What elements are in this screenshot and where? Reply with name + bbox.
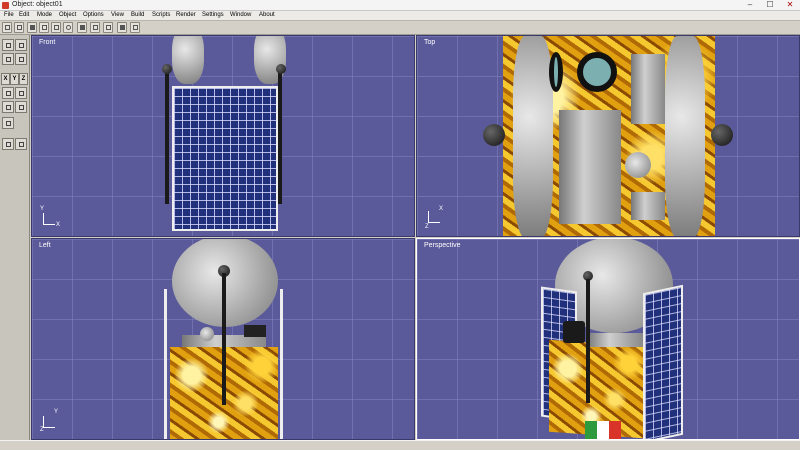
copy-icon[interactable] [39, 22, 49, 33]
scale-tool-icon[interactable] [2, 117, 14, 129]
move-icon[interactable] [2, 101, 14, 113]
dish-model [665, 36, 705, 236]
axis-x-button[interactable]: X [1, 73, 10, 85]
solar-panel [172, 86, 278, 231]
sphere [625, 152, 651, 178]
open-icon[interactable] [14, 22, 24, 33]
axis-up-label: X [439, 206, 444, 212]
delete-icon[interactable] [27, 22, 37, 33]
points-icon[interactable] [15, 53, 27, 65]
title-bar: Object: object01 – ☐ ✕ [0, 0, 800, 11]
axis-line [43, 427, 55, 428]
window-title: Object: object01 [12, 1, 63, 8]
close-button[interactable]: ✕ [780, 0, 800, 10]
bend-icon[interactable] [15, 87, 27, 99]
four-view-icon[interactable] [77, 22, 87, 33]
rotate-icon[interactable] [15, 101, 27, 113]
sphere [200, 327, 214, 341]
axis-indicator: Y X [40, 206, 64, 234]
status-bar [0, 440, 800, 450]
modeler-window: Object: object01 – ☐ ✕ File Edit Mode Ob… [0, 0, 800, 450]
menu-options[interactable]: Options [83, 12, 104, 18]
viewport-top[interactable]: Top X Z [416, 35, 800, 237]
mast [222, 273, 226, 405]
block [631, 54, 665, 124]
corner-icon[interactable] [2, 53, 14, 65]
dish-model [513, 36, 553, 236]
axis-right-label: Z [425, 224, 429, 230]
panel-edge [280, 289, 283, 439]
viewport-front[interactable]: Front Y X [31, 35, 415, 237]
mast [586, 279, 590, 403]
fill-icon[interactable] [2, 138, 14, 150]
menu-build[interactable]: Build [131, 12, 144, 18]
viewport-label: Front [39, 39, 56, 46]
axis-z-button[interactable]: Z [19, 73, 28, 85]
lens [549, 52, 563, 92]
menu-view[interactable]: View [111, 12, 124, 18]
knob [483, 124, 505, 146]
maximize-button[interactable]: ☐ [760, 0, 780, 10]
box [563, 321, 585, 343]
scale-icon[interactable] [103, 22, 113, 33]
axis-right-label: X [56, 222, 61, 228]
tool-sidebar: X Y Z [0, 35, 30, 440]
app-icon [2, 2, 9, 9]
menu-bar: File Edit Mode Object Options View Build… [0, 11, 800, 21]
axis-y-button[interactable]: Y [10, 73, 19, 85]
box [244, 325, 266, 337]
viewport-label: Perspective [424, 242, 461, 249]
viewport-left[interactable]: Left Y Z [31, 238, 415, 440]
knob [711, 124, 733, 146]
settings-icon[interactable] [90, 22, 100, 33]
solar-panel [643, 284, 683, 439]
toolbar [0, 21, 800, 35]
cylinder [559, 110, 621, 224]
panel-edge [164, 289, 167, 439]
axis-line [43, 224, 55, 225]
frame-icon[interactable] [130, 22, 140, 33]
menu-render[interactable]: Render [176, 12, 196, 18]
menu-about[interactable]: About [259, 12, 275, 18]
eye-icon[interactable] [15, 39, 27, 51]
menu-scripts[interactable]: Scripts [152, 12, 170, 18]
minimize-button[interactable]: – [740, 0, 760, 10]
render-icon[interactable] [63, 22, 73, 33]
menu-object[interactable]: Object [59, 12, 76, 18]
viewport-perspective[interactable]: Perspective [416, 238, 800, 440]
axis-line [428, 222, 440, 223]
menu-window[interactable]: Window [230, 12, 251, 18]
menu-file[interactable]: File [4, 12, 14, 18]
menu-settings[interactable]: Settings [202, 12, 224, 18]
axis-up-label: Y [54, 409, 59, 415]
paste-icon[interactable] [51, 22, 61, 33]
select-arrow-icon[interactable] [2, 39, 14, 51]
dish-model [172, 36, 204, 84]
flag [585, 421, 621, 439]
axis-up-label: Y [40, 206, 45, 212]
wire-icon[interactable] [15, 138, 27, 150]
boom [165, 68, 169, 204]
lock-icon[interactable] [117, 22, 127, 33]
block [631, 192, 665, 220]
viewport-label: Left [39, 242, 51, 249]
axis-right-label: Z [40, 427, 44, 433]
magnet-icon[interactable] [2, 87, 14, 99]
axis-indicator: Y Z [40, 409, 64, 437]
viewport-label: Top [424, 39, 436, 46]
new-icon[interactable] [2, 22, 12, 33]
menu-edit[interactable]: Edit [19, 12, 29, 18]
knob [276, 64, 286, 74]
deck [587, 333, 643, 347]
knob [162, 64, 172, 74]
lens [577, 52, 617, 92]
axis-indicator: X Z [425, 204, 449, 232]
menu-mode[interactable]: Mode [37, 12, 52, 18]
boom [278, 68, 282, 204]
